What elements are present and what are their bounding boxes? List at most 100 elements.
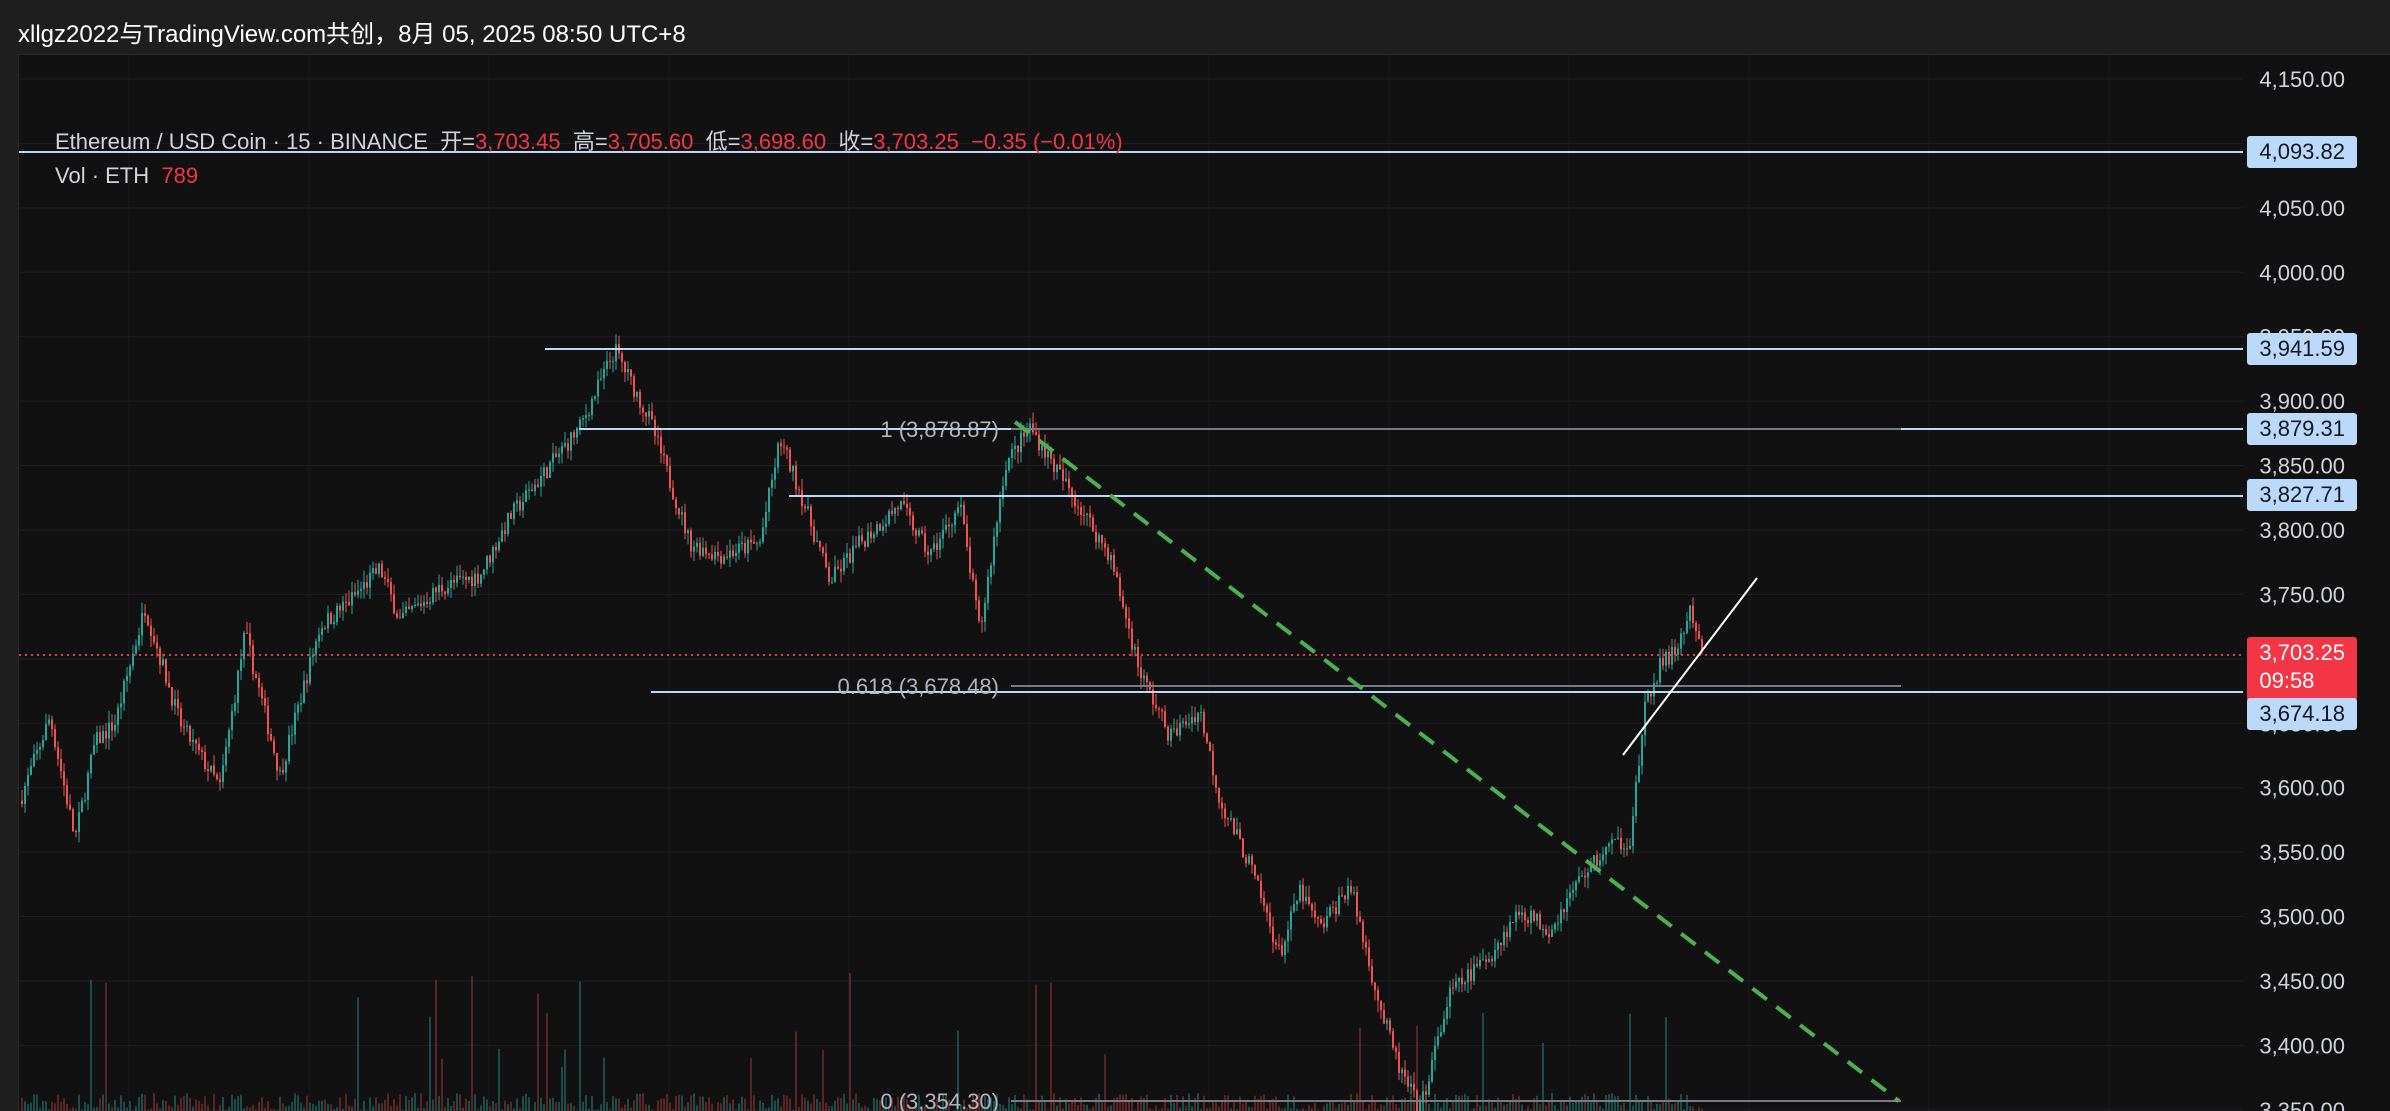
volume-bar [1464,1094,1466,1111]
candle-body [768,488,770,512]
candle-body [1614,839,1616,840]
candle-body [1260,881,1262,898]
candle-body [1593,855,1595,862]
volume-bar [249,1107,251,1111]
candle-body [1089,514,1091,518]
candle-body [1242,838,1244,857]
legend-vol-label[interactable]: Vol · ETH [55,163,149,188]
candle-body [249,633,251,645]
price-axis[interactable]: 4,150.004,100.004,050.004,000.003,950.00… [2259,67,2345,1111]
volume-bar [615,1099,617,1111]
candle-body [30,766,32,775]
level-tag-3879[interactable]: 3,879.31 [2247,413,2357,445]
candle-body [90,755,92,773]
candlesticks[interactable] [21,334,1703,1111]
candle-body [198,744,200,750]
candle-body [480,575,482,584]
candle-body [1461,978,1463,985]
volume-bar [1140,1096,1142,1111]
candle-body [897,508,899,509]
volume-bar [390,1106,392,1111]
candle-body [75,831,77,832]
level-tag-3674[interactable]: 3,674.18 [2247,698,2357,730]
level-tag-3827[interactable]: 3,827.71 [2247,479,2357,511]
volume-bar [639,1094,641,1111]
candle-body [276,753,278,771]
candle-body [273,740,275,753]
trend-line-dashed[interactable] [1015,422,1899,1101]
candle-body [1014,446,1016,449]
volume-bar [573,1106,575,1111]
candle-body [765,512,767,527]
title-text: xllgz2022与TradingView.com共创，8月 05, 2025 … [18,14,686,49]
level-tag-4093[interactable]: 4,093.82 [2247,136,2357,168]
candle-body [1320,919,1322,923]
candle-body [1083,515,1085,516]
volume-bar [612,1096,614,1111]
volume-bar [1551,1093,1553,1111]
candle-body [987,577,989,603]
trend-line-white[interactable] [1623,578,1757,755]
candle-body [789,450,791,472]
volume-bar [1665,1017,1667,1111]
volume-bar [1350,1094,1352,1111]
candle-body [549,462,551,478]
candle-body [867,532,869,547]
candle-body [339,606,341,611]
volume-bar [120,1095,122,1111]
candle-body [504,530,506,533]
candle-body [93,745,95,755]
volume-bar [438,1096,440,1111]
volume-bar [1632,1105,1634,1111]
volume-bar [1086,1105,1088,1111]
candle-body [723,557,725,564]
price-tick: 3,800.00 [2259,518,2345,543]
candle-body [351,592,353,605]
candle-body [1143,676,1145,679]
volume-bar [1131,1098,1133,1111]
candle-body [360,589,362,591]
candle-body [1185,721,1187,724]
volume-bar [771,1095,773,1111]
chart-canvas[interactable]: 1 (3,878.87) 0.618 (3,678.48) 0 (3,354.3… [19,55,2390,1111]
candle-body [681,512,683,514]
candle-body [114,725,116,731]
candle-body [1179,723,1181,736]
candle-body [906,504,908,508]
candle-body [243,633,245,659]
candle-body [1404,1070,1406,1077]
volume-bar [1176,1095,1178,1111]
volume-bar [228,1107,230,1111]
level-tag-3941[interactable]: 3,941.59 [2247,333,2357,365]
volume-bar [1659,1104,1661,1111]
candle-body [1509,922,1511,937]
volume-bar [1041,1096,1043,1111]
volume-bar [435,980,437,1111]
candle-body [309,657,311,683]
candle-body [804,506,806,508]
candle-body [1248,856,1250,863]
candle-body [468,577,470,580]
candle-body [1347,886,1349,899]
candle-body [552,453,554,462]
candle-body [129,666,131,676]
candle-body [330,613,332,624]
volume-bar [1455,1095,1457,1111]
volume-bar [1155,1106,1157,1111]
legend-symbol[interactable]: Ethereum / USD Coin · 15 · BINANCE [55,129,428,154]
chart-pane[interactable]: 1 (3,878.87) 0.618 (3,678.48) 0 (3,354.3… [18,54,2390,1111]
candle-body [183,727,185,728]
candle-body [1557,923,1559,924]
candle-body [408,607,410,610]
volume-bar [180,1098,182,1111]
candle-body [759,542,761,543]
candle-body [1647,693,1649,701]
candle-body [1197,713,1199,722]
candle-body [1008,458,1010,470]
candle-body [465,577,467,580]
current-price-tag[interactable]: 3,703.25 09:58 [2247,637,2357,701]
candle-body [741,543,743,544]
candle-body [816,541,818,542]
candle-body [1374,982,1376,990]
candle-body [141,613,143,635]
